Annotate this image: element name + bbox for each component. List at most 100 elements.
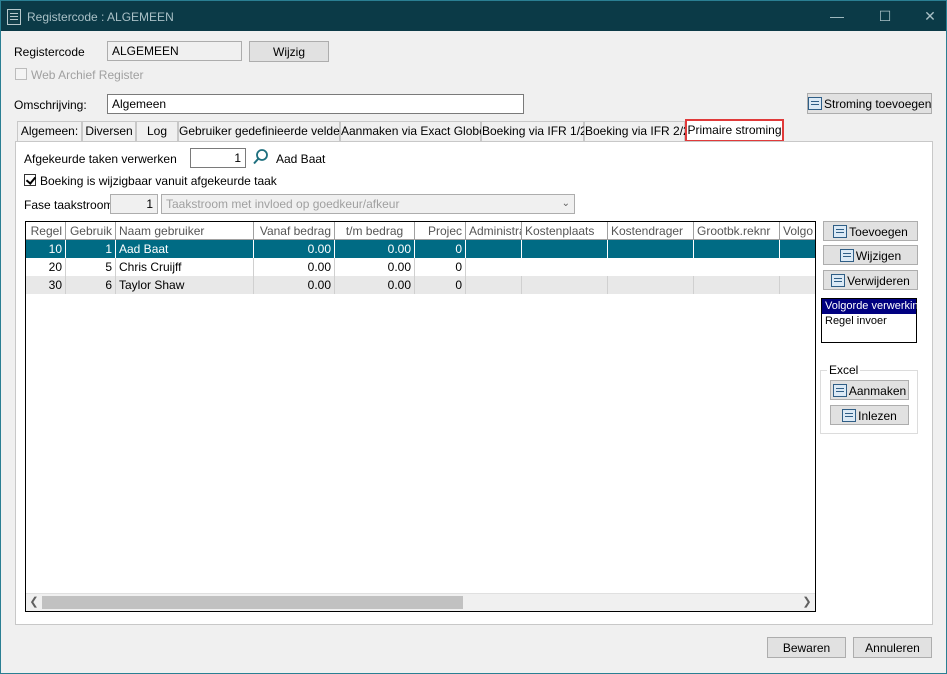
cell-tm: 0.00 [335,240,415,258]
verwijderen-label: Verwijderen [847,274,910,288]
cell-gebruiker: 1 [66,240,116,258]
order-listbox[interactable]: Volgorde verwerking Regel invoer [821,298,925,343]
cell-regel: 20 [26,258,66,276]
tab-gebruiker-velden[interactable]: Gebruiker gedefinieerde velden [178,121,346,141]
table-row[interactable]: 30 6 Taylor Shaw 0.00 0.00 0 [26,276,815,294]
boeking-wijzigbaar-checkbox[interactable] [24,174,36,186]
col-volgorde[interactable]: Volgo [780,222,815,240]
order-option-regel[interactable]: Regel invoer [822,314,916,329]
bewaren-button[interactable]: Bewaren [767,637,846,658]
col-project[interactable]: Projec [415,222,466,240]
register-window: Registercode : ALGEMEEN — ☐ ✕ Registerco… [0,0,947,674]
cell-project: 0 [415,276,466,294]
col-kostenplaats[interactable]: Kostenplaats [522,222,608,240]
cell-kostendrager [608,240,694,258]
chevron-down-icon: ⌄ [561,198,570,209]
maximize-button[interactable]: ☐ [870,7,900,25]
col-tm[interactable]: t/m bedrag [335,222,415,240]
col-gebruiker[interactable]: Gebruik [66,222,116,240]
afgekeurde-user: Aad Baat [276,152,326,166]
stroming-toevoegen-button[interactable]: Stroming toevoegen [807,93,932,114]
table-row[interactable]: 20 5 Chris Cruijff 0.00 0.00 0 [26,258,815,276]
search-icon[interactable] [252,148,270,166]
afgekeurde-input[interactable]: 1 [190,148,246,168]
cell-grootbk [694,240,780,258]
cell-administratie [466,240,522,258]
verwijderen-button[interactable]: Verwijderen [823,270,918,290]
col-vanaf[interactable]: Vanaf bedrag [254,222,335,240]
cell-tm: 0.00 [335,258,415,276]
col-kostendrager[interactable]: Kostendrager [608,222,694,240]
col-naam[interactable]: Naam gebruiker [116,222,254,240]
table-icon [808,97,822,110]
excel-export-icon [832,384,847,397]
tab-log[interactable]: Log [136,121,178,141]
cell-project: 0 [415,258,466,276]
boeking-wijzigbaar-label: Boeking is wijzigbaar vanuit afgekeurde … [40,174,277,188]
cell-naam: Aad Baat [116,240,254,258]
web-archief-checkbox[interactable] [15,68,27,80]
fase-select[interactable]: Taakstroom met invloed op goedkeur/afkeu… [161,194,575,214]
cell-regel: 30 [26,276,66,294]
tab-aanmaken-exact[interactable]: Aanmaken via Exact Globe [340,121,486,141]
omschrijving-label: Omschrijving: [14,98,87,112]
excel-inlezen-button[interactable]: Inlezen [830,405,909,425]
scroll-right-icon[interactable]: ❯ [799,594,815,611]
registercode-field: ALGEMEEN [107,41,242,61]
title-bar: Registercode : ALGEMEEN — ☐ ✕ [1,1,946,31]
cell-kostendrager [608,276,694,294]
cell-grootbk [694,276,780,294]
excel-group-label: Excel [827,363,861,377]
wijzig-button[interactable]: Wijzig [249,41,329,62]
omschrijving-input[interactable]: Algemeen [107,94,524,114]
excel-aanmaken-button[interactable]: Aanmaken [830,380,909,400]
registercode-label: Registercode [14,45,85,59]
cell-vanaf: 0.00 [254,258,335,276]
fase-input[interactable]: 1 [110,194,158,214]
table-row[interactable]: 10 1 Aad Baat 0.00 0.00 0 [26,240,815,258]
horizontal-scrollbar[interactable]: ❮ ❯ [26,593,815,611]
cell-administratie [466,276,522,294]
aanmaken-label: Aanmaken [848,384,907,398]
col-regel[interactable]: Regel [26,222,66,240]
inlezen-label: Inlezen [858,409,897,423]
tab-boeking-ifr-1[interactable]: Boeking via IFR 1/2 [481,121,587,141]
wijzigen-label: Wijzigen [855,249,902,263]
excel-import-icon [842,409,857,422]
tab-primaire-stroming[interactable]: Primaire stroming [685,119,784,142]
cell-gebruiker: 6 [66,276,116,294]
wijzigen-button[interactable]: Wijzigen [823,245,918,265]
cell-kostenplaats [522,276,608,294]
web-archief-label: Web Archief Register [31,68,144,82]
scroll-left-icon[interactable]: ❮ [26,594,42,611]
toevoegen-button[interactable]: Toevoegen [823,221,918,241]
order-option-volgorde[interactable]: Volgorde verwerking [822,299,925,314]
cell-project: 0 [415,240,466,258]
annuleren-button[interactable]: Annuleren [853,637,932,658]
cell-naam: Chris Cruijff [116,258,254,276]
close-button[interactable]: ✕ [915,7,945,25]
cell-gebruiker: 5 [66,258,116,276]
stroming-toevoegen-label: Stroming toevoegen [824,97,932,111]
toevoegen-label: Toevoegen [849,225,908,239]
minimize-button[interactable]: — [822,7,852,25]
fase-label: Fase taakstroom: [24,198,117,212]
window-title: Registercode : ALGEMEEN [27,10,174,24]
fase-select-value: Taakstroom met invloed op goedkeur/afkeu… [166,197,400,211]
cell-vanaf: 0.00 [254,276,335,294]
tab-diversen[interactable]: Diversen [82,121,136,141]
edit-row-icon [839,249,854,262]
add-row-icon [833,225,848,238]
afgekeurde-label: Afgekeurde taken verwerken [24,152,177,166]
tab-boeking-ifr-2[interactable]: Boeking via IFR 2/2 [584,121,690,141]
cell-tm: 0.00 [335,276,415,294]
app-icon [7,9,21,25]
scrollbar-thumb[interactable] [42,596,463,609]
tab-algemeen[interactable]: Algemeen: [17,121,82,141]
cell-naam: Taylor Shaw [116,276,254,294]
stroming-grid[interactable]: Regel Gebruik Naam gebruiker Vanaf bedra… [25,221,816,612]
cell-regel: 10 [26,240,66,258]
delete-row-icon [831,274,846,287]
col-administratie[interactable]: Administra [466,222,522,240]
col-grootbk[interactable]: Grootbk.reknr [694,222,780,240]
